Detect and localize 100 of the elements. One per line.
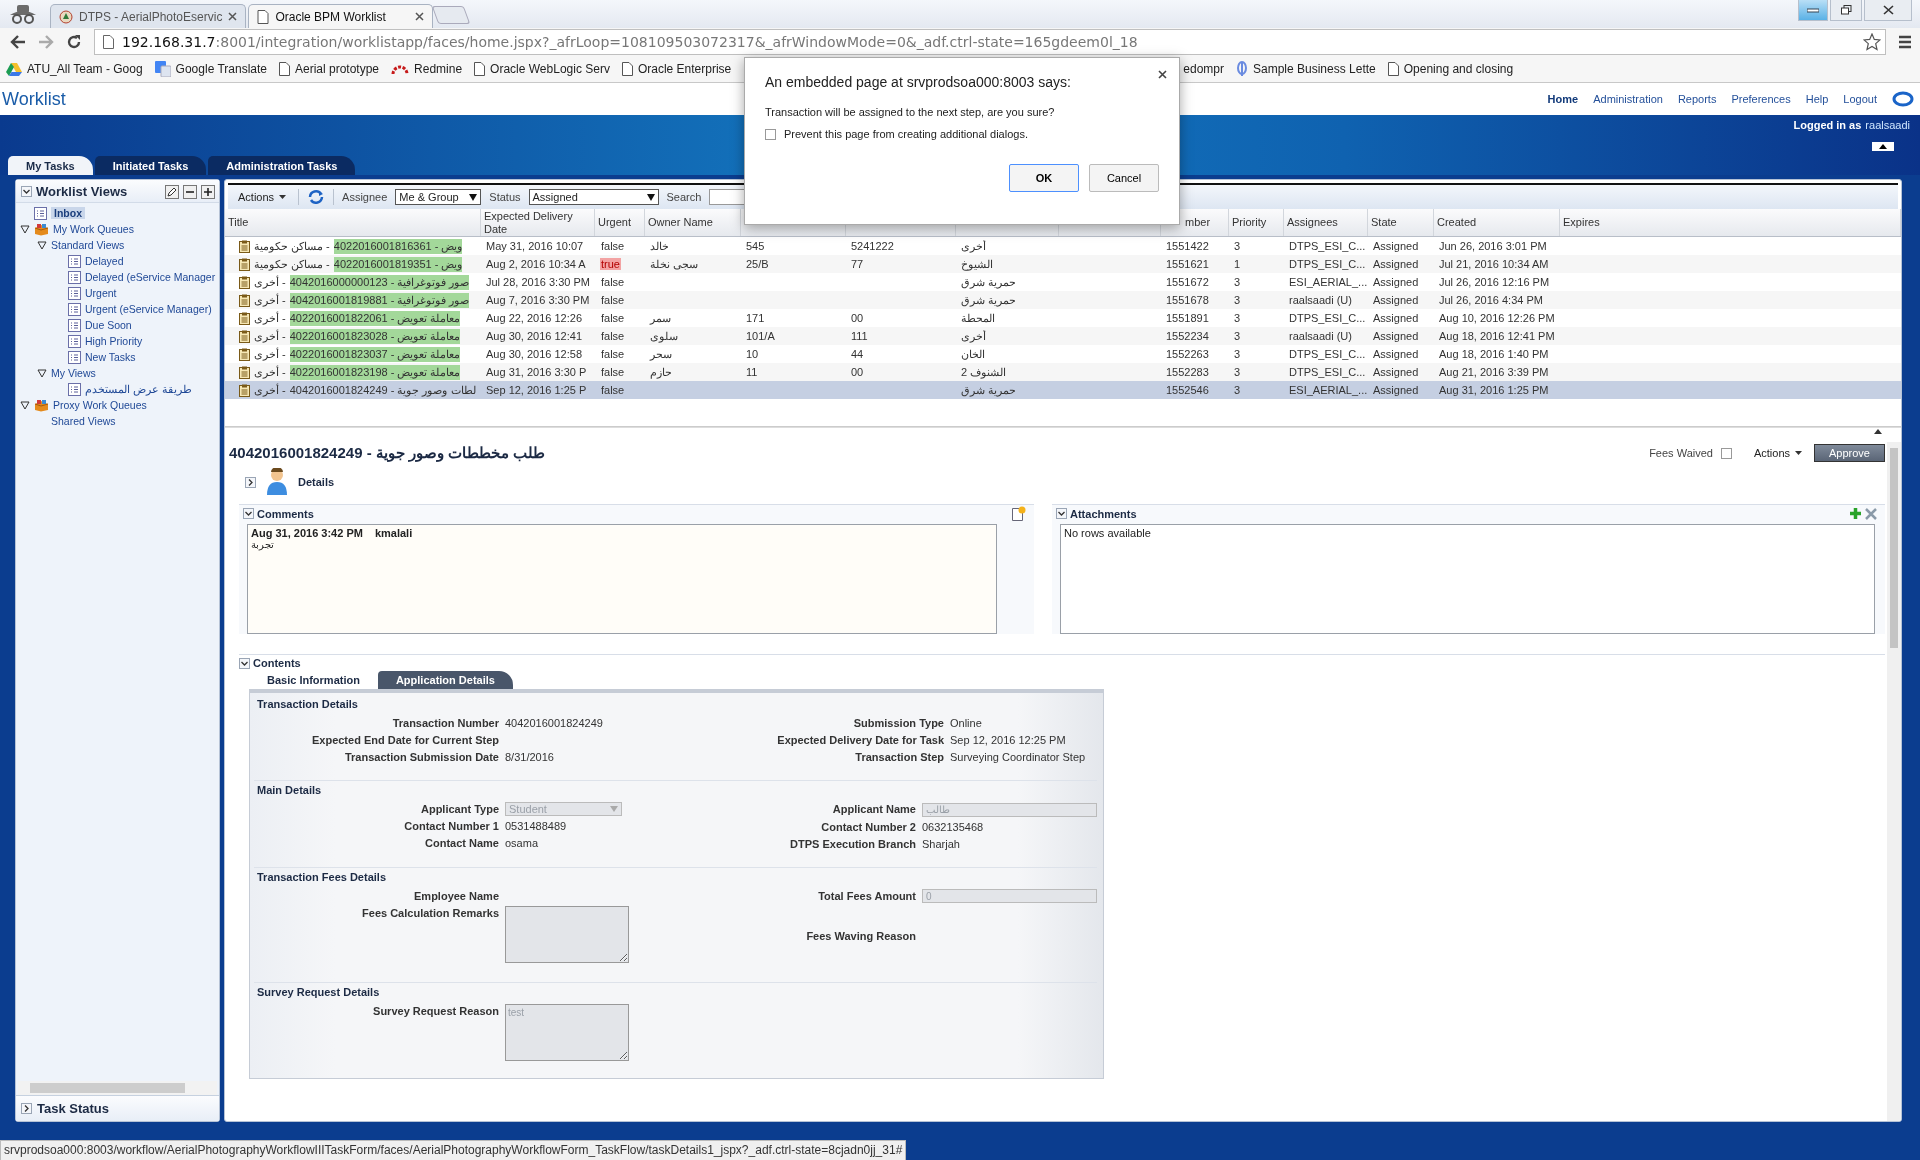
browser-tab[interactable]: DTPS - AerialPhotoEservic [50, 4, 247, 28]
bookmark[interactable]: Opening and closing [1387, 62, 1514, 76]
caret-icon[interactable] [20, 224, 30, 234]
column-header[interactable]: Assignees [1287, 216, 1338, 229]
nav-link[interactable]: Logout [1843, 93, 1877, 105]
tree-item[interactable]: New Tasks [85, 351, 136, 363]
delete-icon[interactable] [1865, 507, 1877, 520]
tab[interactable]: Administration Tasks [208, 156, 356, 175]
task-title[interactable]: صور فوتوغرافية - 4042016000000123 [289, 274, 470, 290]
remove-icon[interactable] [183, 184, 197, 199]
tab[interactable]: My Tasks [8, 156, 93, 175]
table-cell: سلوى [650, 329, 678, 342]
tree-item[interactable]: My Work Queues [53, 223, 134, 235]
bookmark[interactable]: Sample Business Lette [1236, 61, 1376, 77]
add-icon[interactable] [201, 184, 215, 199]
tree-item[interactable]: High Priority [85, 335, 143, 347]
bookmark[interactable]: Redmine [391, 62, 463, 76]
column-header[interactable]: mber [1185, 216, 1211, 229]
close-icon[interactable] [1158, 70, 1167, 79]
collapse-icon[interactable] [1056, 508, 1067, 519]
task-title[interactable]: ويض - 4022016001819351 [333, 256, 463, 272]
column-header[interactable]: Expected Delivery Date [484, 210, 591, 235]
checkbox[interactable] [765, 128, 776, 140]
task-title[interactable]: معاملة تعويض - 4022016001822061 [289, 310, 461, 326]
refresh-icon[interactable] [307, 189, 326, 205]
tree-item[interactable]: My Views [51, 367, 96, 379]
caret-icon[interactable] [37, 240, 47, 250]
ok-button[interactable]: OK [1009, 164, 1079, 192]
task-title[interactable]: معاملة تعويض - 4022016001823028 [289, 328, 461, 344]
status-dropdown[interactable]: Assigned [528, 189, 659, 205]
tree-item[interactable]: Shared Views [51, 415, 116, 427]
column-header[interactable]: Owner Name [648, 216, 713, 229]
close-icon[interactable] [228, 12, 238, 21]
collapse-icon[interactable] [239, 657, 250, 669]
back-icon[interactable] [10, 35, 26, 49]
reload-icon[interactable] [66, 34, 82, 50]
scrollbar[interactable] [1887, 442, 1901, 1121]
bookmark[interactable]: Oracle WebLogic Serv [474, 62, 610, 76]
table-cell: ESI_AERIAL_... [1289, 384, 1368, 396]
task-title[interactable]: ويض - 4022016001816361 [333, 238, 463, 254]
table-cell: false [600, 348, 626, 360]
column-header[interactable]: Created [1437, 216, 1477, 229]
tree-item[interactable]: Urgent (eService Manager) [85, 303, 212, 315]
caret-icon[interactable] [37, 368, 47, 378]
task-title[interactable]: معاملة تعويض - 4022016001823037 [289, 346, 461, 362]
restore-button[interactable] [1830, 0, 1862, 21]
tree-item[interactable]: Due Soon [85, 319, 132, 331]
menu-icon[interactable] [1898, 35, 1912, 49]
tree-item[interactable]: Standard Views [51, 239, 125, 251]
tree-item[interactable]: Delayed (eService Manager [85, 271, 216, 283]
scrollbar[interactable] [18, 1081, 217, 1095]
bookmark[interactable]: ATU_All Team - Goog [6, 62, 143, 76]
bookmark[interactable]: Aerial prototype [279, 62, 380, 76]
close-icon[interactable] [415, 12, 425, 21]
collapse-icon[interactable] [21, 1103, 32, 1114]
bookmark[interactable]: edompr [1183, 62, 1224, 76]
task-title[interactable]: صور فوتوغرافية - 4042016001819881 [289, 292, 470, 308]
tree-item[interactable]: Delayed [85, 255, 124, 267]
bookmark[interactable]: Google Translate [154, 61, 267, 77]
user-link[interactable]: raalsaadi [1865, 119, 1910, 131]
column-header[interactable]: Priority [1232, 216, 1267, 229]
close-button[interactable] [1864, 0, 1912, 21]
collapse-icon[interactable] [21, 186, 32, 197]
translate-icon [154, 61, 171, 77]
assignee-dropdown[interactable]: Me & Group [395, 189, 482, 205]
nav-link[interactable]: Preferences [1731, 93, 1791, 105]
tree-item[interactable]: Inbox [51, 207, 85, 219]
bookmark[interactable]: Oracle Enterprise [621, 62, 732, 76]
star-icon[interactable] [1863, 33, 1881, 51]
tree-item[interactable]: طريقة عرض المستخدم [85, 383, 192, 395]
address-field[interactable]: 192.168.31.7:8001/integration/worklistapp/faces/home.jspx?_afrLoop=108109503072317&_afrWindowMode=0&_adf.ctrl-state=165gdeem0l_18 [94, 29, 1886, 55]
caret-icon[interactable] [20, 400, 30, 410]
tab[interactable]: Initiated Tasks [94, 156, 207, 175]
browser-tab[interactable]: Oracle BPM Worklist [248, 4, 434, 28]
approve-button[interactable]: Approve [1814, 444, 1885, 462]
nav-link[interactable]: Help [1805, 93, 1829, 105]
column-header[interactable]: Urgent [598, 216, 632, 229]
actions-menu[interactable]: Actions [1749, 445, 1806, 461]
list-icon [68, 254, 81, 268]
column-header[interactable]: Title [228, 216, 249, 229]
collapse-icon[interactable] [245, 476, 256, 488]
edit-icon[interactable] [165, 184, 179, 199]
column-header[interactable]: Expires [1563, 216, 1600, 229]
field-label: Employee Name [413, 888, 499, 903]
tab[interactable]: Application Details [377, 671, 513, 689]
caret-icon [469, 193, 478, 201]
task-title[interactable]: معاملة تعويض - 4022016001823198 [289, 364, 461, 380]
fees-waived-checkbox[interactable] [1720, 447, 1732, 459]
cancel-button[interactable]: Cancel [1089, 164, 1159, 192]
task-title[interactable]: لطات وصور جوية - 4042016001824249 [289, 382, 476, 398]
column-header[interactable]: State [1371, 216, 1397, 229]
tree-item[interactable]: Urgent [85, 287, 117, 299]
actions-menu[interactable]: Actions [234, 189, 291, 205]
nav-link[interactable]: Home [1547, 93, 1579, 105]
tree-item[interactable]: Proxy Work Queues [53, 399, 147, 411]
add-comment-icon[interactable] [1012, 506, 1026, 521]
collapse-arrow-icon[interactable] [1871, 428, 1885, 435]
nav-link[interactable]: Reports [1677, 93, 1717, 105]
collapse-icon[interactable] [243, 508, 254, 519]
nav-link[interactable]: Administration [1593, 93, 1663, 105]
